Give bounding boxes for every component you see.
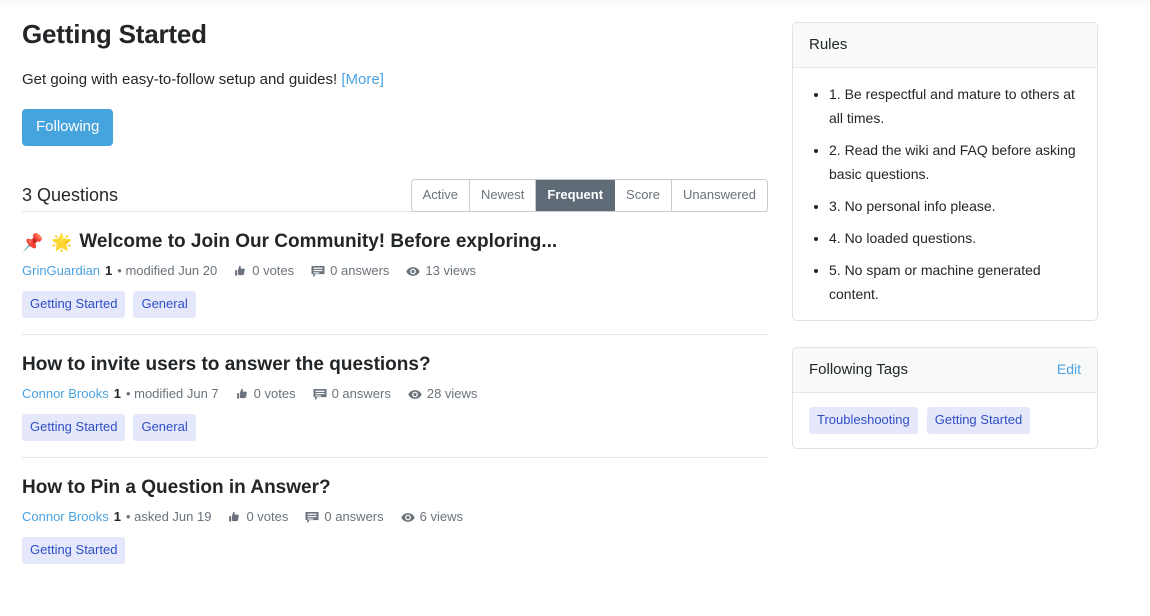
thumbs-up-icon — [234, 265, 247, 278]
votes-stat: 0 votes — [236, 385, 296, 403]
tag-pill[interactable]: Troubleshooting — [809, 407, 918, 434]
main-content: Getting Started Get going with easy-to-f… — [22, 18, 768, 580]
question-meta: Connor Brooks 1 • modified Jun 7 0 votes — [22, 385, 768, 403]
author-reputation: 1 — [105, 263, 113, 278]
question-meta: GrinGuardian 1 • modified Jun 20 0 votes — [22, 262, 768, 280]
tab-active[interactable]: Active — [411, 180, 471, 211]
question-item: How to Pin a Question in Answer? Connor … — [22, 457, 768, 580]
votes-label: 0 votes — [246, 509, 289, 524]
question-title-link[interactable]: Welcome to Join Our Community! Before ex… — [79, 230, 557, 254]
rules-card-title: Rules — [809, 36, 848, 53]
views-label: 28 views — [426, 386, 478, 401]
page-root: Getting Started Get going with easy-to-f… — [0, 0, 1150, 616]
votes-stat: 0 votes — [228, 508, 288, 526]
tab-frequent[interactable]: Frequent — [536, 180, 616, 211]
answers-stat: 0 answers — [313, 385, 391, 403]
question-list: 📌 🌟 Welcome to Join Our Community! Befor… — [22, 211, 768, 580]
votes-label: 0 votes — [253, 386, 296, 401]
tag-pill[interactable]: General — [133, 414, 196, 441]
rule-item: 4. No loaded questions. — [829, 226, 1081, 250]
tab-unanswered[interactable]: Unanswered — [672, 180, 767, 211]
subtitle-text: Get going with easy-to-follow setup and … — [22, 71, 338, 88]
eye-icon — [406, 265, 421, 278]
tag-pill[interactable]: Getting Started — [22, 291, 126, 318]
answers-label: 0 answers — [324, 509, 384, 524]
question-date: • asked Jun 19 — [125, 509, 212, 524]
tag-pill[interactable]: Getting Started — [22, 414, 126, 441]
views-stat: 28 views — [408, 385, 478, 403]
rule-item: 2. Read the wiki and FAQ before asking b… — [829, 138, 1081, 186]
questions-count: 3 Questions — [22, 185, 119, 205]
sort-tabs: Active Newest Frequent Score Unanswered — [410, 179, 768, 212]
answers-stat: 0 answers — [305, 508, 384, 526]
rule-item: 1. Be respectful and mature to others at… — [829, 82, 1081, 130]
question-item: How to invite users to answer the questi… — [22, 334, 768, 457]
following-tags-body: Troubleshooting Getting Started — [793, 393, 1097, 448]
top-edge-strip — [0, 0, 1150, 5]
thumbs-up-icon — [236, 388, 249, 401]
rules-card: Rules 1. Be respectful and mature to oth… — [792, 22, 1098, 321]
question-title-row: 📌 🌟 Welcome to Join Our Community! Befor… — [22, 230, 768, 254]
votes-stat: 0 votes — [234, 262, 294, 280]
question-author-link[interactable]: GrinGuardian — [22, 262, 100, 280]
question-title-link[interactable]: How to Pin a Question in Answer? — [22, 476, 331, 500]
comment-icon — [313, 388, 327, 401]
views-stat: 13 views — [406, 262, 476, 280]
more-link[interactable]: [More] — [341, 71, 384, 88]
rules-card-header: Rules — [793, 23, 1097, 68]
tab-newest[interactable]: Newest — [470, 180, 537, 211]
eye-icon — [400, 511, 415, 524]
question-author-link[interactable]: Connor Brooks — [22, 385, 109, 403]
tag-pill[interactable]: Getting Started — [22, 537, 126, 564]
question-title-link[interactable]: How to invite users to answer the questi… — [22, 353, 431, 377]
question-date: • modified Jun 20 — [117, 263, 218, 278]
rules-card-body: 1. Be respectful and mature to others at… — [793, 68, 1097, 320]
author-reputation: 1 — [113, 509, 121, 524]
following-tags-title: Following Tags — [809, 361, 908, 378]
following-tag-row: Troubleshooting Getting Started — [809, 407, 1081, 434]
page-title: Getting Started — [22, 19, 207, 49]
question-tags: Getting Started General — [22, 291, 768, 318]
views-stat: 6 views — [400, 508, 463, 526]
comment-icon — [305, 511, 319, 524]
question-author-link[interactable]: Connor Brooks — [22, 508, 109, 526]
pushpin-icon: 📌 — [22, 232, 44, 252]
question-title-row: How to invite users to answer the questi… — [22, 353, 768, 377]
page-subtitle: Get going with easy-to-follow setup and … — [22, 70, 768, 90]
thumbs-up-icon — [228, 511, 241, 524]
eye-icon — [408, 388, 422, 401]
following-tags-card: Following Tags Edit Troubleshooting Gett… — [792, 347, 1098, 449]
questions-count-row: 3 Questions Active Newest Frequent Score… — [22, 179, 768, 212]
rules-list: 1. Be respectful and mature to others at… — [809, 82, 1081, 306]
question-title-row: How to Pin a Question in Answer? — [22, 476, 768, 500]
following-button[interactable]: Following — [22, 109, 114, 146]
views-label: 6 views — [419, 509, 463, 524]
author-reputation: 1 — [113, 386, 121, 401]
sidebar: Rules 1. Be respectful and mature to oth… — [792, 22, 1098, 449]
tag-pill[interactable]: General — [133, 291, 196, 318]
question-item: 📌 🌟 Welcome to Join Our Community! Befor… — [22, 211, 768, 334]
answers-label: 0 answers — [331, 386, 391, 401]
rule-item: 3. No personal info please. — [829, 194, 1081, 218]
comment-icon — [311, 265, 325, 278]
answers-label: 0 answers — [330, 263, 390, 278]
question-meta: Connor Brooks 1 • asked Jun 19 0 votes 0 — [22, 508, 768, 526]
question-tags: Getting Started — [22, 537, 768, 564]
edit-tags-link[interactable]: Edit — [1057, 360, 1081, 379]
tag-pill[interactable]: Getting Started — [926, 407, 1031, 434]
rule-item: 5. No spam or machine generated content. — [829, 258, 1081, 306]
votes-label: 0 votes — [252, 263, 295, 278]
question-tags: Getting Started General — [22, 414, 768, 441]
glowing-star-icon: 🌟 — [51, 232, 73, 252]
following-tags-header: Following Tags Edit — [793, 348, 1097, 393]
answers-stat: 0 answers — [311, 262, 389, 280]
tab-score[interactable]: Score — [615, 180, 672, 211]
views-label: 13 views — [425, 263, 476, 278]
question-date: • modified Jun 7 — [125, 386, 219, 401]
